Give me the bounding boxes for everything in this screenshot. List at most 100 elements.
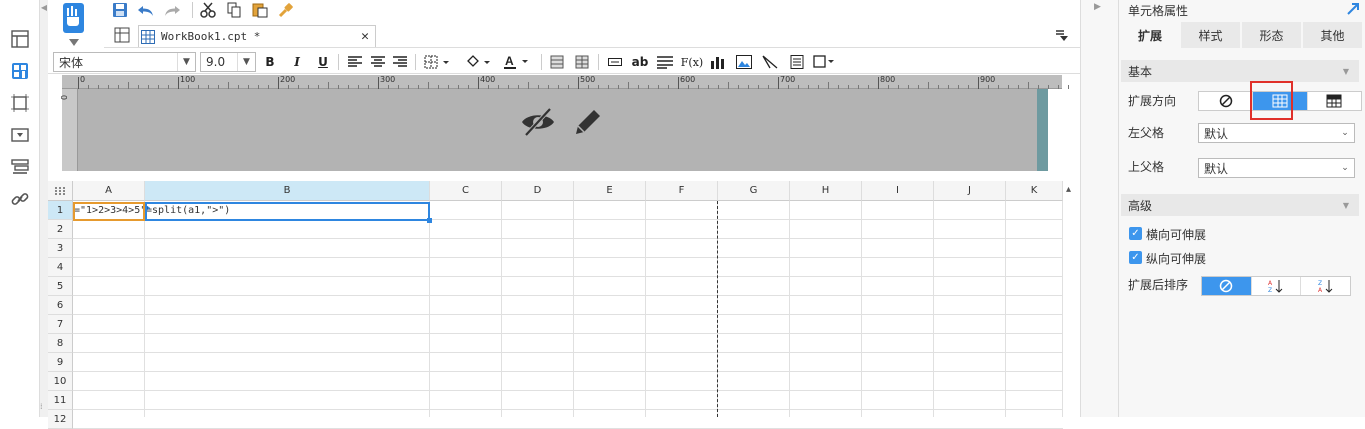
italic-button[interactable]: I	[289, 53, 305, 71]
row-header-9[interactable]: 9	[48, 353, 73, 372]
row-header-4[interactable]: 4	[48, 258, 73, 277]
designer-logo-icon[interactable]	[63, 3, 84, 33]
edit-pencil-icon[interactable]	[572, 106, 604, 138]
column-header-h[interactable]: H	[790, 181, 862, 201]
row-header-10[interactable]: 10	[48, 372, 73, 391]
column-header-b[interactable]: B	[145, 181, 430, 201]
left-splitter[interactable]	[40, 0, 48, 417]
select-all-corner-icon[interactable]	[48, 181, 73, 201]
chevron-down-icon[interactable]: ▼	[177, 53, 195, 71]
align-center-icon[interactable]	[369, 53, 387, 71]
image-icon[interactable]	[735, 53, 753, 71]
column-header-j[interactable]: J	[934, 181, 1006, 201]
collapse-left-icon[interactable]: ◀	[40, 0, 48, 14]
vertical-expand-checkbox[interactable]: ✓	[1129, 251, 1142, 264]
horizontal-expand-icon[interactable]	[1308, 92, 1361, 110]
align-right-icon[interactable]	[391, 53, 409, 71]
copy-icon[interactable]	[224, 0, 244, 20]
vertical-scrollbar[interactable]: ▴	[1063, 181, 1080, 417]
row-header-6[interactable]: 6	[48, 296, 73, 315]
column-header-k[interactable]: K	[1006, 181, 1063, 201]
column-header-c[interactable]: C	[430, 181, 502, 201]
slash-cell-icon[interactable]	[761, 53, 779, 71]
row-header-5[interactable]: 5	[48, 277, 73, 296]
no-expand-icon[interactable]	[1199, 92, 1254, 110]
insert-text-cell-icon[interactable]	[606, 53, 624, 71]
row-header-3[interactable]: 3	[48, 239, 73, 258]
save-icon[interactable]	[110, 0, 130, 20]
hide-eye-icon[interactable]	[520, 106, 556, 138]
top-parent-select[interactable]: 默认 ⌄	[1198, 158, 1355, 178]
top-parent-value: 默认	[1204, 161, 1229, 176]
fill-handle[interactable]	[427, 218, 432, 223]
unmerge-cells-icon[interactable]	[573, 53, 591, 71]
underline-button[interactable]: U	[315, 53, 331, 71]
tab-expand[interactable]: 扩展	[1121, 22, 1179, 48]
collapse-triangle-icon[interactable]: ▼	[1343, 201, 1349, 210]
tab-list-icon[interactable]	[1055, 28, 1069, 42]
text-ab-button[interactable]: ab	[631, 53, 649, 71]
cut-icon[interactable]	[198, 0, 218, 20]
border-icon[interactable]	[423, 53, 453, 71]
grid-column-line	[501, 201, 502, 417]
align-left-icon[interactable]	[346, 53, 364, 71]
tab-other[interactable]: 其他	[1303, 22, 1362, 48]
formula-button[interactable]: F(x)	[681, 53, 703, 71]
sort-descending-icon[interactable]: ZA	[1301, 277, 1350, 295]
hyperlink-icon[interactable]	[11, 190, 29, 208]
chart-icon[interactable]	[709, 53, 727, 71]
basic-section-header[interactable]: 基本 ▼	[1121, 60, 1359, 82]
row-header-11[interactable]: 11	[48, 391, 73, 410]
selected-cell-b1[interactable]	[145, 202, 430, 221]
column-header-g[interactable]: G	[718, 181, 790, 201]
scroll-up-icon[interactable]: ▴	[1066, 184, 1071, 195]
insert-float-icon[interactable]	[813, 53, 839, 71]
paste-icon[interactable]	[250, 0, 270, 20]
row-header-7[interactable]: 7	[48, 315, 73, 334]
column-header-f[interactable]: F	[646, 181, 718, 201]
subreport-icon[interactable]	[788, 53, 806, 71]
chevron-down-icon[interactable]: ⌄	[1336, 159, 1354, 177]
grid-row-line	[73, 390, 1063, 391]
collapse-triangle-icon[interactable]: ▼	[1343, 67, 1349, 76]
cell-attribute-icon[interactable]	[11, 62, 29, 80]
font-name-select[interactable]: 宋体 ▼	[53, 52, 196, 72]
cell-element-icon[interactable]	[11, 30, 29, 48]
advanced-section-header[interactable]: 高级 ▼	[1121, 194, 1359, 216]
condition-icon[interactable]	[11, 158, 29, 176]
horizontal-expand-label: 横向可伸展	[1146, 228, 1207, 242]
horizontal-expand-checkbox[interactable]: ✓	[1129, 227, 1142, 240]
chevron-down-icon[interactable]: ⌄	[1336, 124, 1354, 142]
row-header-8[interactable]: 8	[48, 334, 73, 353]
redo-icon[interactable]	[162, 0, 182, 20]
format-painter-icon[interactable]	[276, 0, 296, 20]
font-size-select[interactable]: 9.0 ▼	[200, 52, 256, 72]
close-tab-icon[interactable]: ✕	[361, 29, 369, 44]
row-header-1[interactable]: 1	[48, 201, 73, 220]
chevron-down-icon[interactable]: ▼	[237, 53, 255, 71]
tab-style[interactable]: 样式	[1181, 22, 1240, 48]
merge-cells-icon[interactable]	[548, 53, 566, 71]
sort-ascending-icon[interactable]: AZ	[1252, 277, 1302, 295]
collapse-right-icon[interactable]: ▶	[1094, 2, 1104, 14]
column-header-d[interactable]: D	[502, 181, 574, 201]
pin-panel-icon[interactable]	[1346, 2, 1360, 16]
row-header-12[interactable]: 12	[48, 410, 73, 429]
left-parent-select[interactable]: 默认 ⌄	[1198, 123, 1355, 143]
fill-color-icon[interactable]	[464, 53, 494, 71]
new-sheet-icon[interactable]	[114, 27, 132, 43]
undo-icon[interactable]	[136, 0, 156, 20]
no-sort-icon[interactable]	[1202, 277, 1252, 295]
tab-workbook[interactable]: WorkBook1.cpt * ✕	[138, 25, 376, 47]
triangle-down-icon[interactable]	[66, 36, 82, 48]
tab-form[interactable]: 形态	[1242, 22, 1301, 48]
float-element-icon[interactable]	[11, 94, 29, 112]
rich-text-icon[interactable]	[656, 53, 674, 71]
column-header-i[interactable]: I	[862, 181, 934, 201]
bold-button[interactable]: B	[262, 53, 278, 71]
column-header-e[interactable]: E	[574, 181, 646, 201]
row-header-2[interactable]: 2	[48, 220, 73, 239]
column-header-a[interactable]: A	[73, 181, 145, 201]
font-color-icon[interactable]: A	[502, 53, 532, 71]
widget-icon[interactable]	[11, 126, 29, 144]
